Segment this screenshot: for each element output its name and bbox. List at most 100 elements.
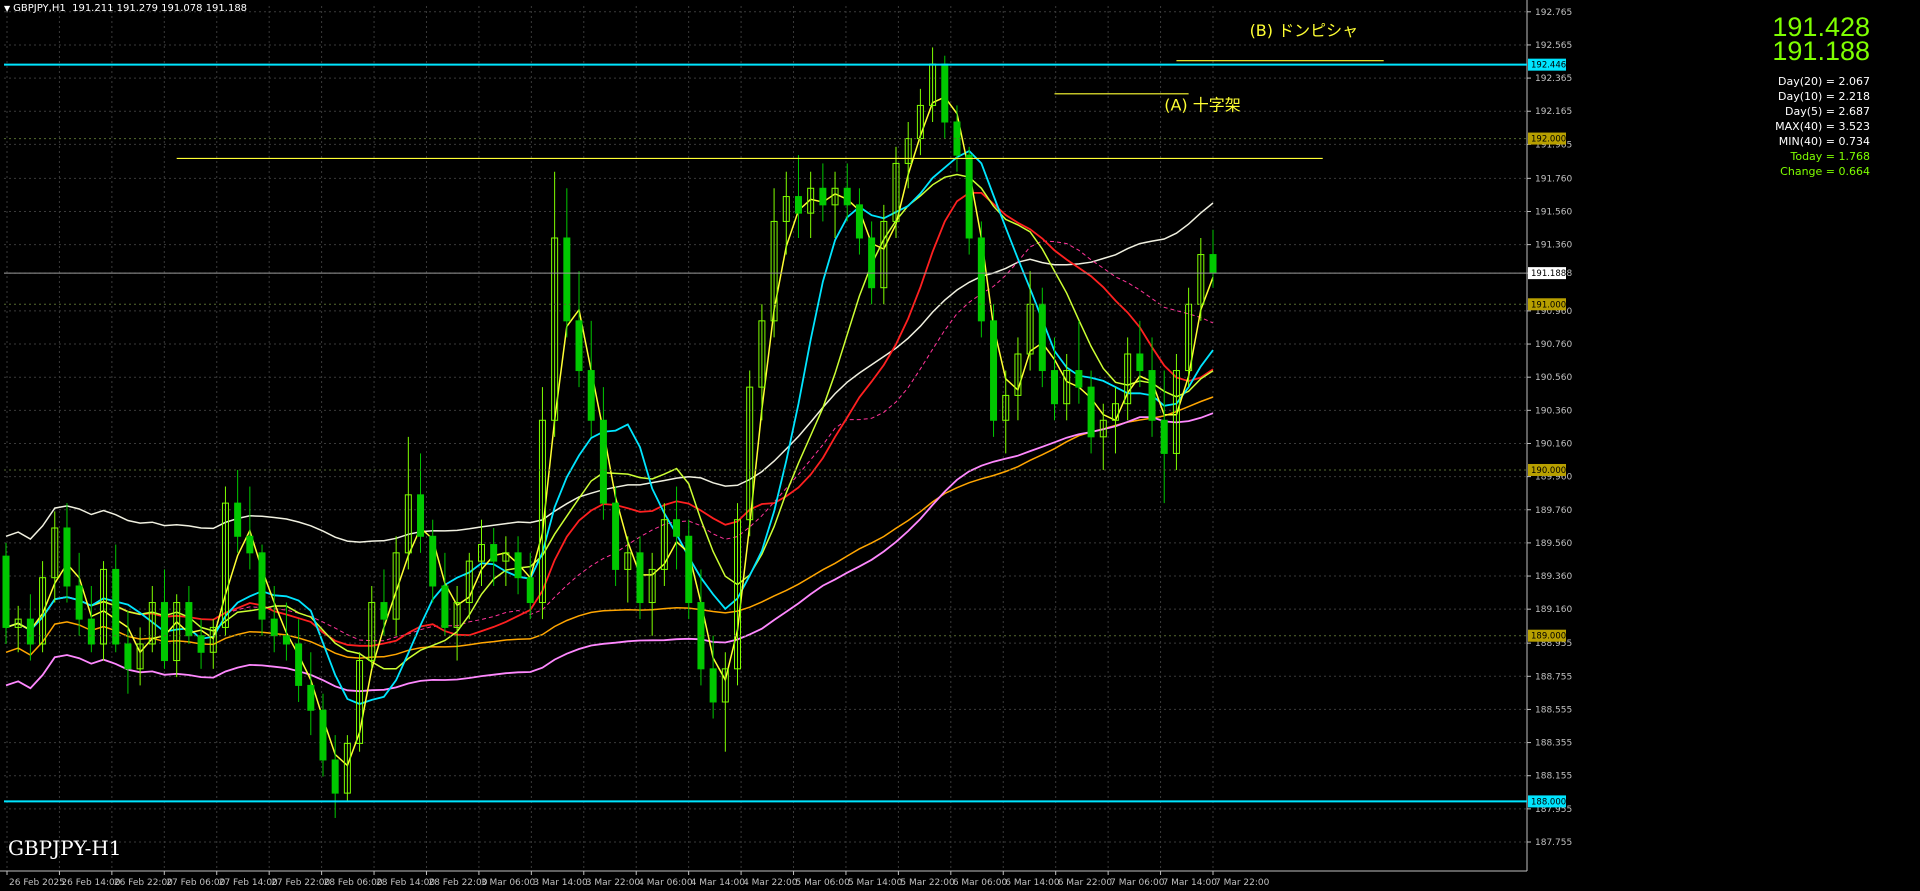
candle-body [868,237,876,289]
candle-body [636,552,644,604]
candle-body [112,568,120,645]
price-tick-label: 192.565 [1535,41,1572,51]
stat-line: Day(20) = 2.067 [1777,75,1870,88]
price-tick-label: 189.160 [1535,605,1572,615]
candle-body [587,370,595,421]
dropdown-triangle-icon[interactable]: ▼ [4,4,10,13]
candle-body [1075,370,1083,388]
price-tick-label: 192.765 [1535,8,1572,18]
symbol-timeframe: GBPJPY,H1 [13,3,66,14]
price-tick-label: 191.560 [1535,207,1572,217]
price-tick-label: 187.755 [1535,838,1572,848]
price-tick-label: 192.365 [1535,74,1572,84]
candle-body [234,502,242,537]
time-tick-label: 5 Mar 14:00 [848,878,903,888]
candle-body [258,552,266,620]
time-tick-label: 26 Feb 22:00 [114,878,173,888]
candle-body [1136,353,1144,372]
ma-magenta-line [5,240,1214,642]
price-tag-label: 191.188 [1531,269,1566,279]
price-tag-label: 191.000 [1531,300,1566,310]
candle-body [295,643,303,686]
candle-body [794,196,802,214]
time-tick-label: 5 Mar 22:00 [900,878,955,888]
candle-body [1038,303,1046,372]
time-tick-label: 5 Mar 06:00 [796,878,851,888]
price-tick-label: 188.555 [1535,705,1572,715]
candle-body [429,535,437,587]
stat-line: MIN(40) = 0.734 [1778,135,1870,148]
annotation-label: (B) ドンピシャ [1250,21,1359,40]
candle-body [673,519,681,537]
candle-body [965,154,973,239]
price-tick-label: 190.560 [1535,373,1572,383]
candle-body [709,668,717,703]
time-tick-label: 6 Mar 06:00 [953,878,1008,888]
candle-body [307,684,315,711]
candle-body [490,544,498,562]
time-tick-label: 7 Mar 14:00 [1163,878,1218,888]
time-tick-label: 6 Mar 22:00 [1058,878,1113,888]
candle-body [990,320,998,421]
chart-header: ▼ GBPJPY,H1 191.211 191.279 191.078 191.1… [4,3,247,14]
price-tag-label: 192.446 [1531,61,1566,71]
price-chart[interactable]: 192.765192.565192.365192.165191.965191.7… [0,0,1920,891]
stat-line: Day(10) = 2.218 [1777,90,1870,103]
time-tick-label: 6 Mar 14:00 [1005,878,1060,888]
time-tick-label: 26 Feb 2025 [9,878,65,888]
candle-body [612,502,620,570]
candle-body [1160,419,1168,454]
time-tick-label: 28 Feb 22:00 [428,878,487,888]
price-tick-label: 188.155 [1535,772,1572,782]
time-tick-label: 28 Feb 14:00 [376,878,435,888]
price-tick-label: 188.355 [1535,739,1572,749]
time-tick-label: 3 Mar 14:00 [533,878,588,888]
stat-line: MAX(40) = 3.523 [1775,120,1870,133]
candle-body [843,187,851,206]
price-tick-label: 189.760 [1535,506,1572,516]
candle-body [246,535,254,554]
candle-body [514,552,522,579]
candle-body [75,585,83,620]
candle-body [282,635,290,645]
price-tick-label: 189.360 [1535,572,1572,582]
candle-body [1209,254,1217,274]
candle-body [563,237,571,322]
candle-body [575,320,583,372]
candle-body [819,187,827,206]
price-tick-label: 190.760 [1535,340,1572,350]
time-tick-label: 27 Feb 14:00 [219,878,278,888]
candle-body [331,759,339,794]
time-tick-label: 4 Mar 14:00 [691,878,746,888]
candle-body [87,618,95,645]
price-tag-label: 192.000 [1531,135,1566,145]
time-tick-label: 3 Mar 22:00 [586,878,641,888]
candle-body [977,237,985,322]
candle-body [941,63,949,123]
price-tag-label: 189.000 [1531,632,1566,642]
price-tick-label: 189.560 [1535,539,1572,549]
price-tick-label: 188.755 [1535,672,1572,682]
candle-body [685,535,693,604]
price-tag-label: 188.000 [1531,797,1566,807]
time-tick-label: 7 Mar 22:00 [1215,878,1270,888]
candle-body [319,709,327,761]
price-tick-label: 191.760 [1535,174,1572,184]
time-tick-label: 27 Feb 22:00 [271,878,330,888]
candle-body [526,577,534,604]
time-tick-label: 3 Mar 06:00 [481,878,536,888]
candle-body [380,602,388,620]
time-tick-label: 28 Feb 06:00 [324,878,383,888]
stat-line: Change = 0.664 [1780,165,1870,178]
candle-body [26,618,34,645]
candle-body [1051,370,1059,405]
candle-body [2,555,10,628]
candle-body [270,618,278,637]
candle-body [417,494,425,537]
stat-line: Today = 1.768 [1790,150,1870,163]
candle-body [1148,370,1156,421]
time-tick-label: 4 Mar 22:00 [743,878,798,888]
candle-body [197,635,205,653]
ma-white-line [5,202,1214,543]
candle-body [160,602,168,662]
